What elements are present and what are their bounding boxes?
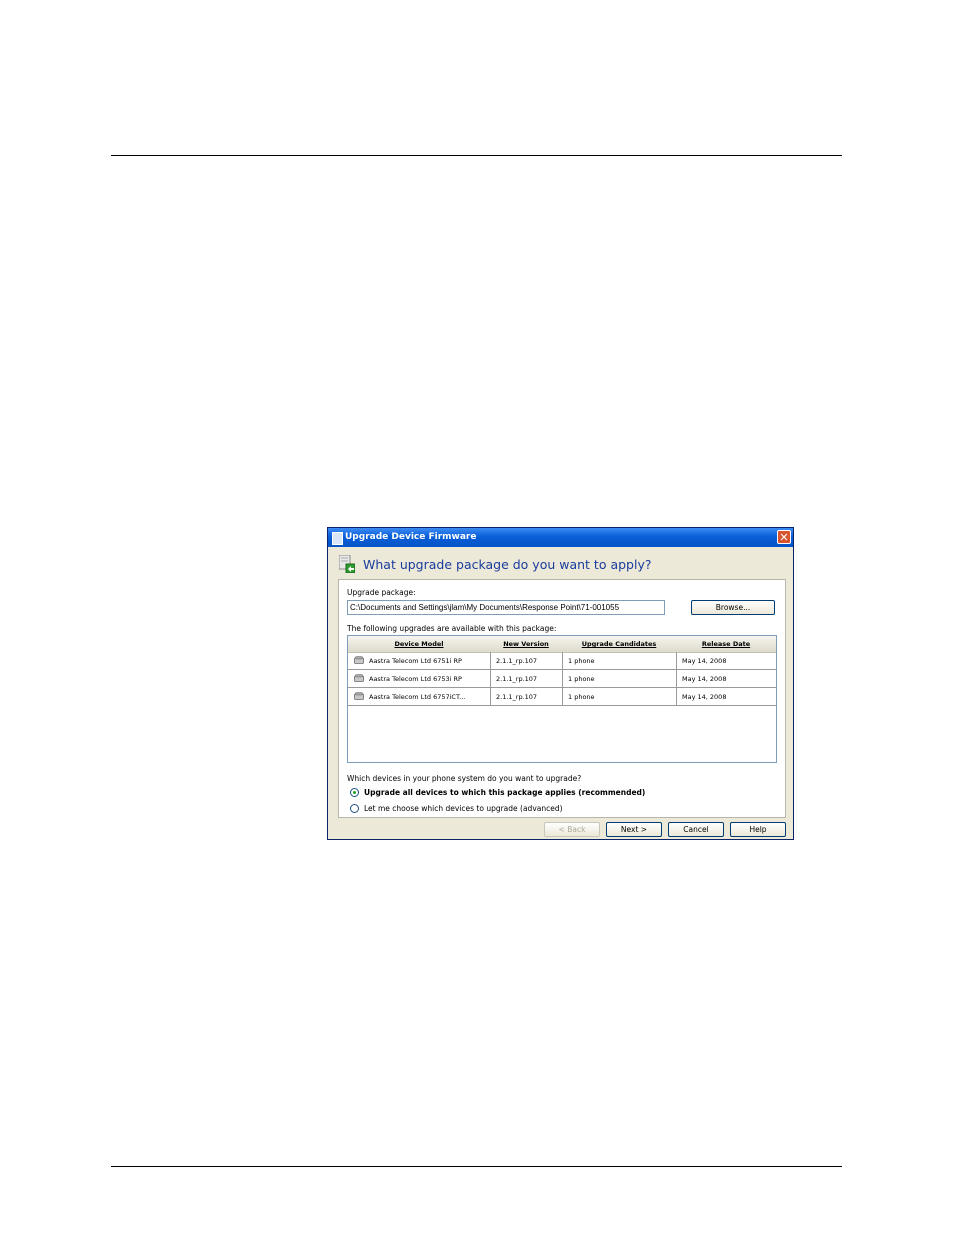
column-divider (562, 652, 563, 706)
cell-device-model: Aastra Telecom Ltd 6753i RP (369, 675, 462, 683)
phone-icon (354, 674, 364, 682)
upgrade-all-radio[interactable] (350, 788, 359, 797)
upgrades-table: Device Model New Version Upgrade Candida… (347, 635, 777, 763)
browse-button[interactable]: Browse... (691, 600, 775, 615)
cell-new-version: 2.1.1_rp.107 (496, 657, 538, 665)
upgrade-package-label: Upgrade package: (347, 588, 416, 597)
cell-new-version: 2.1.1_rp.107 (496, 693, 538, 701)
upgrade-firmware-dialog: Upgrade Device Firmware ✕ What upgrade p… (327, 527, 794, 840)
page-heading: What upgrade package do you want to appl… (363, 557, 652, 572)
upgrades-intro-label: The following upgrades are available wit… (347, 624, 557, 633)
window-title: Upgrade Device Firmware (345, 532, 477, 542)
top-rule (111, 155, 842, 156)
cell-upgrade-candidates: 1 phone (568, 657, 595, 665)
upgrade-package-path-input[interactable]: C:\Documents and Settings\jlam\My Docume… (347, 600, 665, 615)
cell-device-model: Aastra Telecom Ltd 6757iCT... (369, 693, 466, 701)
title-bar[interactable]: Upgrade Device Firmware ✕ (328, 528, 793, 547)
help-button[interactable]: Help (730, 822, 786, 837)
choose-devices-label[interactable]: Let me choose which devices to upgrade (… (364, 804, 563, 813)
cell-upgrade-candidates: 1 phone (568, 675, 595, 683)
cell-release-date: May 14, 2008 (682, 693, 727, 701)
phone-icon (354, 692, 364, 700)
upgrade-all-label[interactable]: Upgrade all devices to which this packag… (364, 788, 645, 797)
column-divider (676, 652, 677, 706)
cancel-button[interactable]: Cancel (668, 822, 724, 837)
phone-icon (354, 656, 364, 664)
column-header-release-date[interactable]: Release Date (676, 640, 776, 648)
back-button[interactable]: < Back (544, 822, 600, 837)
column-header-upgrade-candidates[interactable]: Upgrade Candidates (562, 640, 676, 648)
column-divider (490, 652, 491, 706)
cell-upgrade-candidates: 1 phone (568, 693, 595, 701)
choose-devices-radio[interactable] (350, 804, 359, 813)
cell-release-date: May 14, 2008 (682, 675, 727, 683)
content-panel: Upgrade package: C:\Documents and Settin… (338, 579, 786, 818)
cell-release-date: May 14, 2008 (682, 657, 727, 665)
bottom-rule (111, 1166, 842, 1167)
column-header-new-version[interactable]: New Version (490, 640, 562, 648)
cell-new-version: 2.1.1_rp.107 (496, 675, 538, 683)
firmware-app-icon (332, 532, 343, 545)
cell-device-model: Aastra Telecom Ltd 6751i RP (369, 657, 462, 665)
column-header-device-model[interactable]: Device Model (348, 640, 490, 648)
table-header: Device Model New Version Upgrade Candida… (348, 636, 776, 653)
devices-question-label: Which devices in your phone system do yo… (347, 774, 582, 783)
close-icon[interactable]: ✕ (777, 530, 791, 544)
next-button[interactable]: Next > (606, 822, 662, 837)
upgrade-package-icon (339, 555, 355, 573)
